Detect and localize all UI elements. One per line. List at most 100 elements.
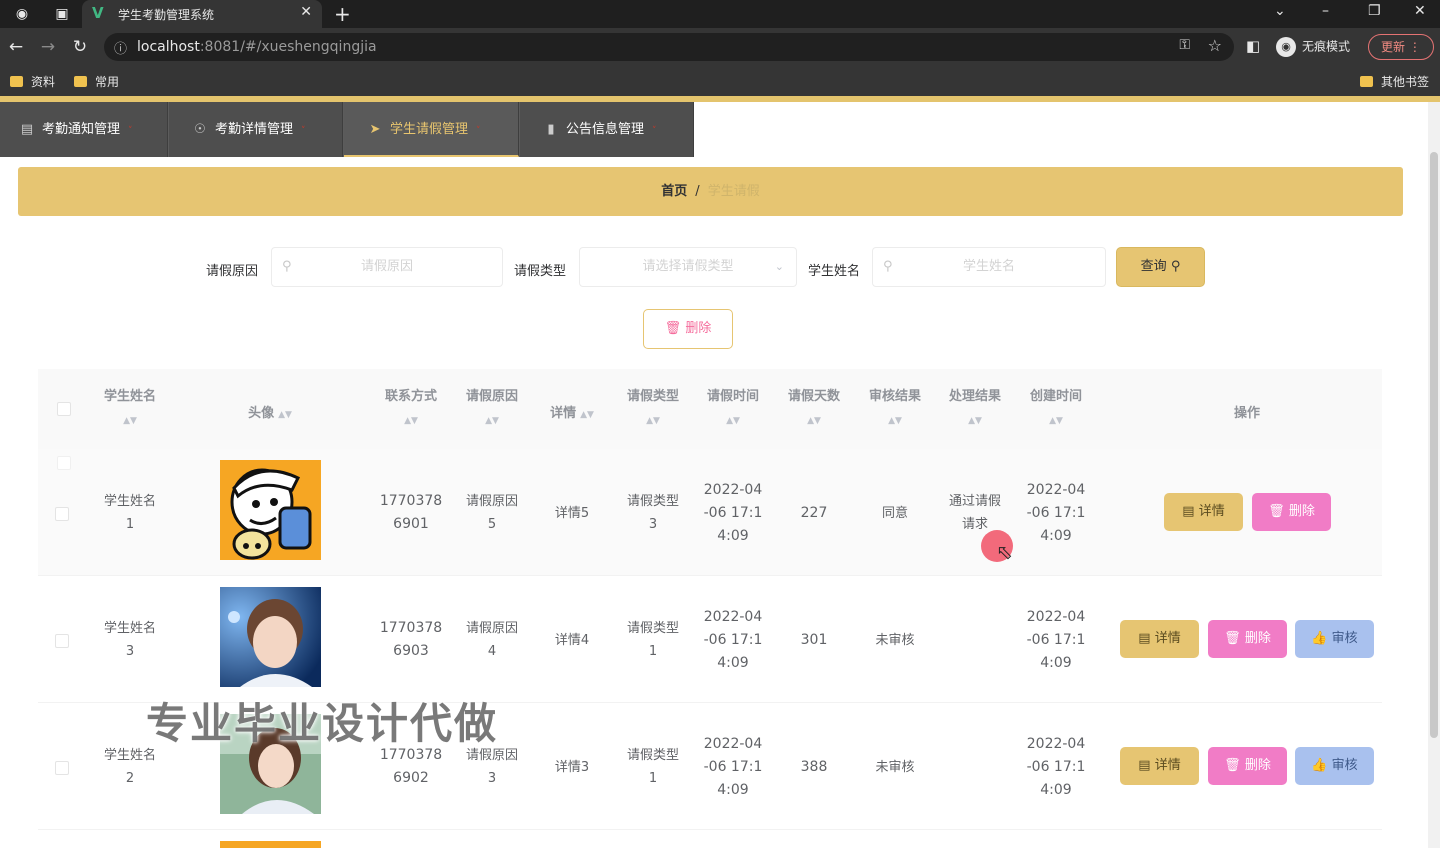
sort-icon[interactable]: ▲▼ [613,416,693,426]
new-tab-icon[interactable]: + [334,2,351,26]
cell-text: 4:09 [1040,655,1072,671]
breadcrumb-separator: / [695,184,700,199]
col-header-detail[interactable]: 详情 ▲▼ [532,402,612,421]
detail-button[interactable]: ▤ 详情 [1120,620,1199,658]
row-checkbox[interactable] [57,456,71,470]
cell-days: 227 [800,505,828,521]
watermark-text: 专业毕业设计代做 [146,699,499,748]
chevron-down-icon: ˅ [301,126,306,136]
search-icon: ⚲ [883,259,893,274]
nav-item-student-leave[interactable]: ➤ 学生请假管理 ˅ [344,102,519,157]
minimize-icon[interactable]: – [1322,3,1329,19]
col-header-label: 联系方式 [384,389,437,404]
detail-button[interactable]: ▤ 详情 [1164,493,1243,531]
bookmark-folder-ziliao[interactable]: 资料 [10,73,55,90]
sort-icon[interactable]: ▲▼ [1016,416,1096,426]
query-button[interactable]: 查询 ⚲ [1116,247,1205,287]
sort-icon[interactable]: ▲▼ [855,416,935,426]
table-row: 学生姓名 1 1770378 6901 请假原因 5 详情5 请假类型 3 2022-0… [38,449,1382,576]
cell-text: 3 [125,644,135,659]
audit-label: 审核 [1331,631,1358,646]
page-scrollbar[interactable] [1428,102,1440,848]
cell-detail: 详情3 [554,760,590,775]
browser-tab[interactable]: V 学生考勤管理系统 ✕ [82,0,322,28]
row-checkbox[interactable] [55,761,69,775]
select-all-checkbox[interactable] [57,402,71,416]
breadcrumb: 首页 / 学生请假 [18,167,1403,216]
col-header-time[interactable]: 请假时间 ▲▼ [693,385,773,426]
cell-text: 2022-04 [703,609,763,625]
col-header-reason[interactable]: 请假原因 ▲▼ [452,385,532,426]
cell-text: -06 17:1 [1026,505,1086,521]
avatar [220,587,321,687]
sort-icon[interactable]: ▲▼ [693,416,773,426]
close-window-icon[interactable]: ✕ [1414,3,1426,19]
maximize-icon[interactable]: ❐ [1368,3,1381,19]
update-button[interactable]: 更新 ⋮ [1368,34,1434,60]
col-header-process[interactable]: 处理结果 ▲▼ [935,385,1015,426]
cell-audit: 未审核 [875,760,915,775]
delete-button[interactable]: 🗑 删除 [1208,620,1287,658]
site-info-icon[interactable]: ⓘ [114,38,127,57]
col-header-type[interactable]: 请假类型 ▲▼ [613,385,693,426]
cell-process [935,744,1015,767]
close-tab-icon[interactable]: ✕ [300,4,312,20]
cell-text: 4 [487,644,497,659]
cell-name: 学生姓名 3 [90,617,170,663]
scrollbar-thumb[interactable] [1430,152,1438,738]
breadcrumb-home[interactable]: 首页 [661,184,687,199]
cell-reason: 请假原因 4 [452,617,532,663]
tab-list-icon[interactable]: ⌄ [1274,3,1286,19]
type-select[interactable]: 请选择请假类型 ⌄ [579,247,797,287]
name-search-input[interactable]: ⚲ 学生姓名 [872,247,1106,287]
col-header-days[interactable]: 请假天数 ▲▼ [774,385,854,426]
sort-icon[interactable]: ▲▼ [371,416,451,426]
browser-menu-icon[interactable]: ◉ [12,4,32,24]
cell-text: 2022-04 [1026,736,1086,752]
audit-button[interactable]: 👍 审核 [1295,747,1374,785]
col-header-phone[interactable]: 联系方式 ▲▼ [371,385,451,426]
tab-search-icon[interactable]: ▣ [52,4,72,24]
delete-button[interactable]: 🗑 删除 [1252,493,1331,531]
sort-icon[interactable]: ▲▼ [580,410,594,420]
reload-icon[interactable]: ↻ [70,37,90,57]
detail-button[interactable]: ▤ 详情 [1120,747,1199,785]
forward-icon[interactable]: → [38,37,58,57]
bookmark-star-icon[interactable]: ☆ [1208,36,1222,55]
nav-item-attendance-notice[interactable]: ▤ 考勤通知管理 ˅ [0,102,168,157]
url-field[interactable]: ⓘ localhost:8081/#/xueshengqingjia ⚿ ☆ [104,33,1234,61]
audit-button[interactable]: 👍 审核 [1295,620,1374,658]
cell-text: 1770378 [379,493,443,509]
browser-tab-strip: ◉ ▣ V 学生考勤管理系统 ✕ + ⌄ – ❐ ✕ [0,0,1440,28]
bookmark-folder-changyong[interactable]: 常用 [74,73,119,90]
cell-name: 学生姓名 1 [90,490,170,536]
breadcrumb-current: 学生请假 [707,184,760,199]
sort-icon[interactable]: ▲▼ [774,416,854,426]
sort-icon[interactable]: ▲▼ [935,416,1015,426]
nav-item-attendance-detail[interactable]: ☉ 考勤详情管理 ˅ [169,102,343,157]
sort-icon[interactable]: ▲▼ [452,416,532,426]
key-icon[interactable]: ⚿ [1179,37,1190,53]
cell-process [935,617,1015,640]
other-bookmarks[interactable]: 其他书签 [1360,73,1429,90]
nav-item-announcement[interactable]: ▮ 公告信息管理 ˅ [520,102,694,157]
bulk-delete-button[interactable]: 🗑 删除 [643,309,733,349]
col-header-name[interactable]: 学生姓名 ▲▼ [90,385,170,426]
reason-search-input[interactable]: ⚲ 请假原因 [271,247,503,287]
back-icon[interactable]: ← [6,37,26,57]
detail-label: 详情 [1198,504,1225,519]
side-panel-icon[interactable]: ◧ [1246,37,1260,55]
incognito-indicator[interactable]: ◉ 无痕模式 [1276,37,1350,57]
row-checkbox[interactable] [55,634,69,648]
delete-button[interactable]: 🗑 删除 [1208,747,1287,785]
name-filter-label: 学生姓名 [808,264,861,279]
sort-icon[interactable]: ▲▼ [278,410,292,420]
row-checkbox[interactable] [55,507,69,521]
col-header-avatar[interactable]: 头像 ▲▼ [220,402,320,421]
col-header-label: 审核结果 [868,389,921,404]
col-header-created[interactable]: 创建时间 ▲▼ [1016,385,1096,426]
search-icon: ⚲ [282,259,292,274]
sort-icon[interactable]: ▲▼ [90,416,170,426]
cell-text: 2 [125,771,135,786]
col-header-audit[interactable]: 审核结果 ▲▼ [855,385,935,426]
